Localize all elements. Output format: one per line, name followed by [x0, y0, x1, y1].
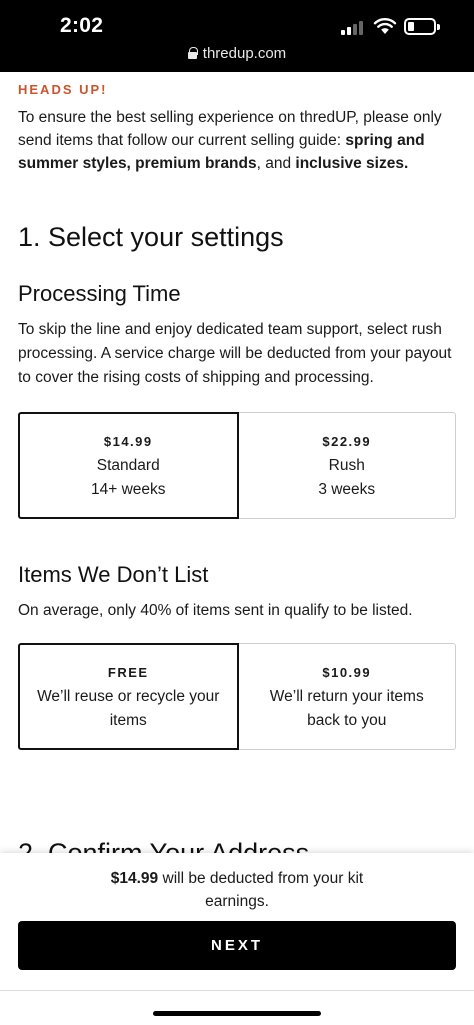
- wifi-icon: [373, 18, 397, 34]
- section-title: 1. Select your settings: [18, 222, 284, 252]
- return-option[interactable]: $10.99 We’ll return your items back to y…: [238, 643, 456, 750]
- option-description: We’ll reuse or recycle your items: [37, 688, 220, 729]
- option-description: We’ll return your items back to you: [269, 688, 424, 729]
- address-bar[interactable]: thredup.com: [0, 45, 474, 62]
- home-indicator[interactable]: [153, 1011, 321, 1016]
- cellular-signal-icon: [341, 21, 367, 35]
- notice-text: To ensure the best selling experience on…: [18, 109, 442, 172]
- sticky-footer: $14.99 will be deducted from your kit ea…: [0, 853, 474, 1025]
- items-not-listed-title: Items We Don’t List: [18, 562, 209, 587]
- option-price: $22.99: [322, 433, 372, 449]
- url-text: thredup.com: [202, 45, 287, 62]
- status-bar: 2:02 thredup.com: [0, 0, 474, 72]
- recycle-option[interactable]: FREE We’ll reuse or recycle your items: [18, 643, 239, 750]
- option-name: Standard: [96, 457, 160, 475]
- option-price: $10.99: [322, 664, 372, 680]
- next-button[interactable]: NEXT: [18, 921, 456, 970]
- processing-time-title: Processing Time: [18, 281, 181, 306]
- processing-options: $14.99 Standard 14+ weeks $22.99 Rush 3 …: [18, 412, 456, 519]
- battery-icon: [404, 18, 440, 35]
- deduction-amount: $14.99: [110, 870, 159, 887]
- option-price: FREE: [107, 664, 149, 680]
- rush-option[interactable]: $22.99 Rush 3 weeks: [238, 412, 456, 519]
- deduction-notice: $14.99 will be deducted from your kit ea…: [110, 870, 364, 910]
- standard-option[interactable]: $14.99 Standard 14+ weeks: [18, 412, 239, 519]
- processing-time-description: To skip the line and enjoy dedicated tea…: [18, 321, 452, 386]
- option-name: Rush: [328, 457, 365, 475]
- option-detail: 14+ weeks: [90, 480, 166, 498]
- option-detail: 3 weeks: [318, 480, 376, 498]
- notice-label: HEADS UP!: [18, 82, 108, 97]
- status-time: 2:02: [60, 14, 104, 37]
- toolbar-divider: [0, 990, 474, 991]
- unlisted-items-options: FREE We’ll reuse or recycle your items $…: [18, 643, 456, 750]
- option-price: $14.99: [103, 433, 153, 449]
- items-not-listed-description: On average, only 40% of items sent in qu…: [18, 602, 413, 619]
- lock-icon: [187, 47, 198, 59]
- main-content: HEADS UP! To ensure the best selling exp…: [18, 72, 456, 750]
